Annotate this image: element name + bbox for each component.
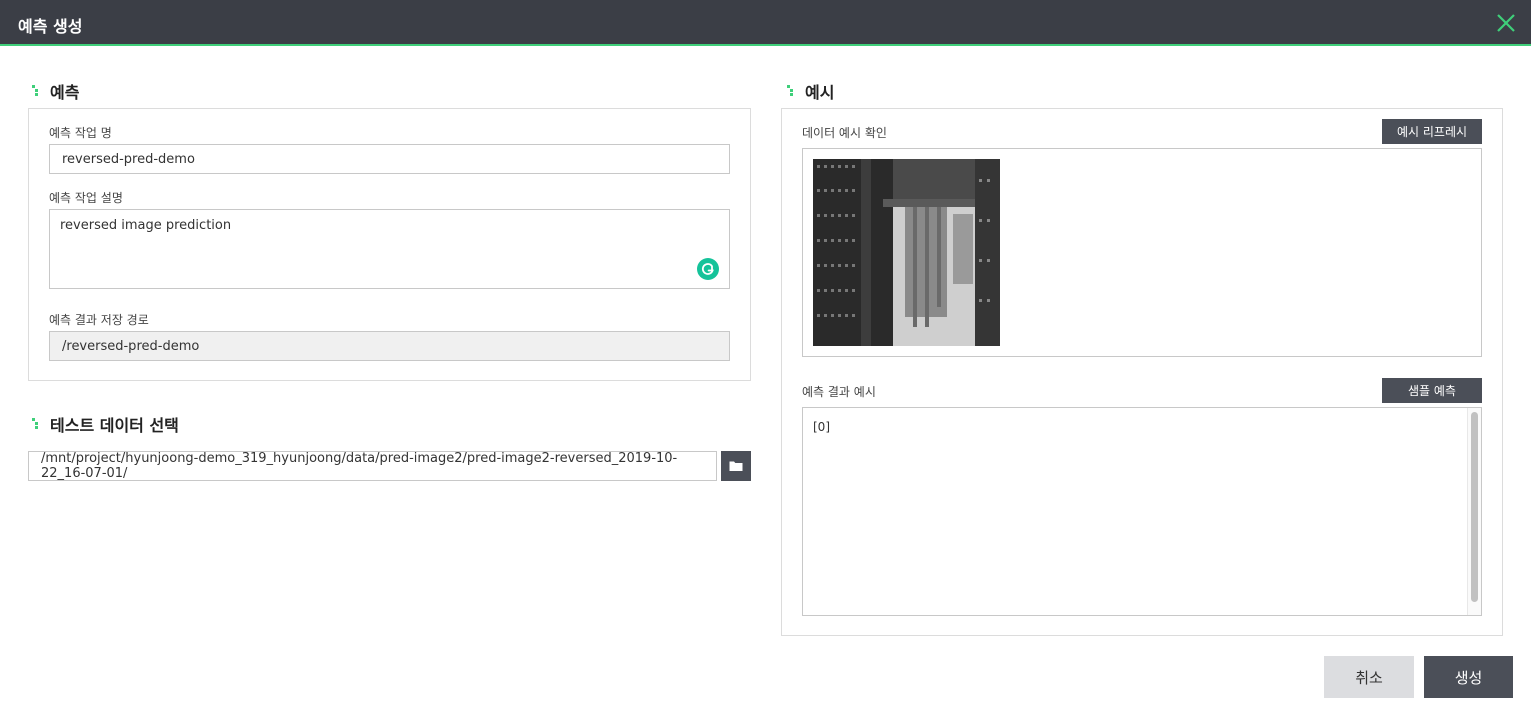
result-path-label: 예측 결과 저장 경로 <box>49 313 149 327</box>
section-marker-icon <box>32 416 42 432</box>
example-section-title: 예시 <box>805 83 835 102</box>
result-example-label: 예측 결과 예시 <box>802 385 876 399</box>
dialog-title: 예측 생성 <box>18 17 83 36</box>
prediction-panel: 예측 작업 명 reversed-pred-demo 예측 작업 설명 reve… <box>28 108 751 381</box>
sample-predict-button[interactable]: 샘플 예측 <box>1382 378 1482 403</box>
section-marker-icon <box>787 83 797 99</box>
test-data-section-heading: 테스트 데이터 선택 <box>32 412 179 436</box>
test-data-path-input[interactable]: /mnt/project/hyunjoong-demo_319_hyunjoon… <box>28 451 717 481</box>
prediction-section-heading: 예측 <box>32 79 79 103</box>
job-desc-textarea[interactable]: reversed image prediction <box>49 209 730 289</box>
close-icon[interactable] <box>1495 12 1517 34</box>
prediction-section-title: 예측 <box>50 83 80 102</box>
result-scrollbar-thumb[interactable] <box>1471 412 1478 602</box>
folder-icon <box>729 461 743 471</box>
test-data-section-title: 테스트 데이터 선택 <box>50 416 179 435</box>
job-name-input[interactable]: reversed-pred-demo <box>49 144 730 174</box>
dialog-header: 예측 생성 <box>0 0 1531 46</box>
data-example-label: 데이터 예시 확인 <box>802 126 887 140</box>
job-desc-label: 예측 작업 설명 <box>49 191 123 205</box>
result-example-box[interactable]: [0] <box>802 407 1482 616</box>
section-marker-icon <box>32 83 42 99</box>
cancel-button[interactable]: 취소 <box>1324 656 1414 698</box>
data-example-box <box>802 148 1482 357</box>
example-section-heading: 예시 <box>787 79 834 103</box>
job-desc-text: reversed image prediction <box>60 218 232 233</box>
result-path-input: /reversed-pred-demo <box>49 331 730 361</box>
create-button[interactable]: 생성 <box>1424 656 1513 698</box>
browse-folder-button[interactable] <box>721 451 751 481</box>
job-name-label: 예측 작업 명 <box>49 126 112 140</box>
example-image <box>813 159 1000 346</box>
example-panel: 데이터 예시 확인 예시 리프레시 예측 결과 예시 샘플 예측 [0] <box>781 108 1503 636</box>
grammarly-icon[interactable] <box>697 258 719 280</box>
result-scrollbar[interactable] <box>1467 408 1481 615</box>
result-example-text: [0] <box>813 420 830 434</box>
refresh-example-button[interactable]: 예시 리프레시 <box>1382 119 1482 144</box>
